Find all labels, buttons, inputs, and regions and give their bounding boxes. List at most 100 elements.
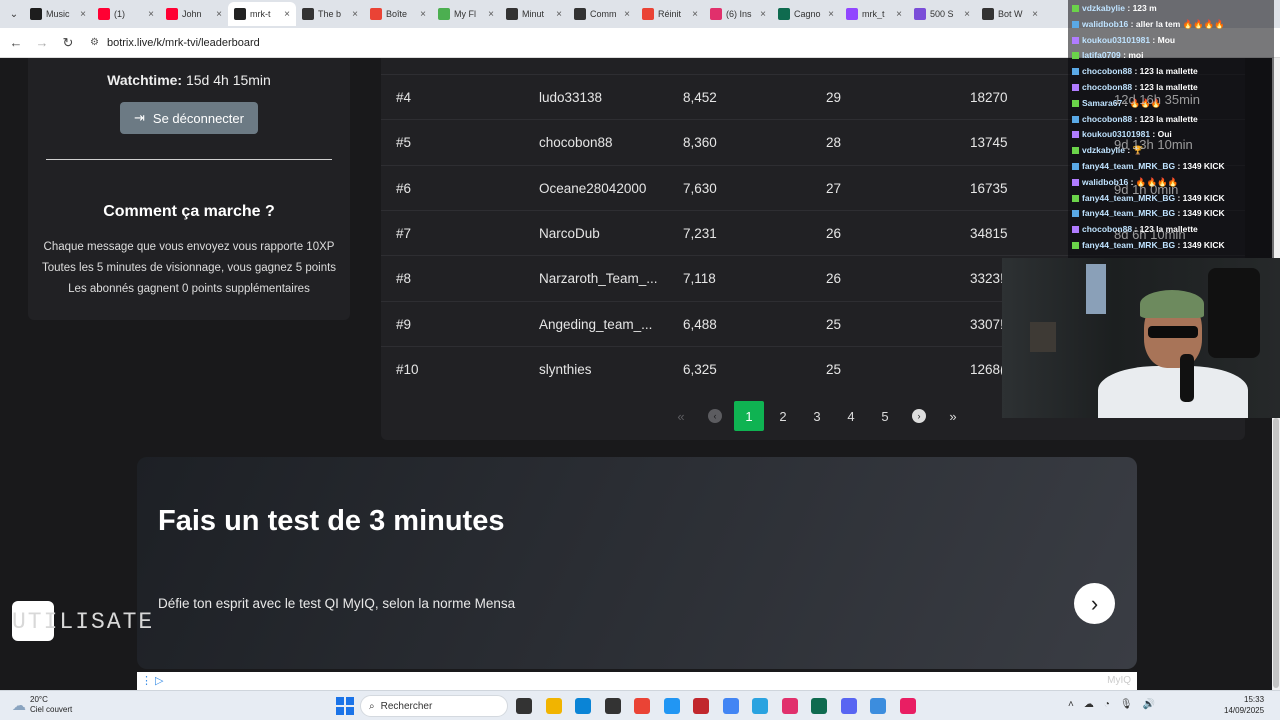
points-cell: 8,360 [683,135,717,151]
browser-tab[interactable]: My Fl × [432,2,500,26]
tab-close-icon[interactable]: × [964,9,970,20]
browser-tab[interactable]: John × [160,2,228,26]
site-info-icon[interactable]: ⚙ [90,37,99,48]
reload-icon[interactable]: ↻ [60,35,76,51]
taskbar-app-icon[interactable] [781,698,798,714]
browser-tab[interactable]: 500 S × [908,2,976,26]
tab-close-icon[interactable]: × [352,9,358,20]
xp-cell: 16735 [970,180,1008,196]
taskbar-app-icon[interactable] [575,698,591,714]
taskbar-app-icon[interactable] [870,698,886,714]
chat-text: : 1349 KICK [1177,161,1225,171]
taskbar-app-icon[interactable] [722,698,739,714]
tab-close-icon[interactable]: × [896,9,902,20]
forward-icon[interactable]: → [34,35,50,50]
microphone-icon[interactable]: 🎙 [1120,699,1133,710]
streamer-glasses [1148,326,1198,338]
volume-icon[interactable]: 🔊 [1143,699,1155,710]
chevron-up-icon[interactable]: ˄ [1068,699,1074,710]
browser-tab[interactable]: Music × [24,2,92,26]
browser-tab[interactable]: The b × [296,2,364,26]
taskbar-app-icon[interactable] [693,698,709,714]
name-cell: Angeding_team_... [539,316,653,332]
last-page-button[interactable]: » [936,401,970,431]
tab-close-icon[interactable]: × [828,9,834,20]
chat-username: fany44_team_MRK_BG [1082,208,1176,219]
taskbar-app-icon[interactable] [840,698,857,714]
clock[interactable]: 15:33 14/09/2025 [1224,694,1264,716]
chat-username: chocobon88 [1082,113,1133,124]
onedrive-icon[interactable]: ☁ [1084,699,1094,710]
start-button[interactable] [336,697,354,715]
page-button-2[interactable]: 2 [766,401,800,431]
chat-text: : 123 la mallette [1134,66,1198,77]
tab-close-icon[interactable]: × [420,9,426,20]
level-cell: 25 [826,361,842,377]
taskbar-app-icon[interactable] [899,698,916,714]
chat-username: fany44_team_MRK_BG [1082,161,1176,171]
taskbar-app-icon[interactable] [752,698,768,714]
taskbar-app-icon[interactable] [516,698,532,714]
taskbar-app-icon[interactable] [663,698,680,714]
ad-banner[interactable]: Fais un test de 3 minutes Défie ton espr… [137,457,1137,669]
taskbar-app-icon[interactable] [604,698,621,714]
prev-page-button[interactable]: ‹ [698,401,732,431]
taskbar-app-icon[interactable] [634,698,650,714]
weather-temp: 20°C [30,695,48,704]
browser-tab[interactable]: Minut × [500,2,568,26]
tab-close-icon[interactable]: × [488,9,494,20]
browser-tab[interactable]: Réinit × [636,2,704,26]
tab-close-icon[interactable]: × [80,9,86,20]
browser-tab[interactable]: Cagno × [772,2,840,26]
tab-close-icon[interactable]: × [624,9,630,20]
tab-title: mrk_t [862,9,885,19]
browser-tab[interactable]: Comm × [568,2,636,26]
browser-tab[interactable]: mrk_t × [840,2,908,26]
browser-tab[interactable]: Bot W × [976,2,1044,26]
page-button-5[interactable]: 5 [868,401,902,431]
tab-close-icon[interactable]: × [692,9,698,20]
wifi-icon[interactable]: ◔ [1104,699,1110,710]
prev-page-icon: ‹ [708,409,722,423]
url-field[interactable]: ⚙ botrix.live/k/mrk-tvi/leaderboard [90,37,260,49]
taskbar-app-icon[interactable] [545,698,562,714]
tab-close-icon[interactable]: × [216,9,222,20]
chat-message: latifa0709 : moi [1072,50,1143,60]
tab-title: (1) [114,9,125,19]
browser-tab[interactable]: (1) × [92,2,160,26]
chat-username: vdzkabylie [1082,3,1125,13]
tab-close-icon[interactable]: × [556,9,562,20]
scrollbar-thumb[interactable] [1273,418,1279,688]
chat-message: koukou03101981 : Mou [1072,35,1175,45]
chat-message: fany44_team_MRK_BG : 1349 KICK [1072,161,1225,171]
page-button-4[interactable]: 4 [834,401,868,431]
tab-title: Music [46,9,70,19]
back-icon[interactable]: ← [8,35,24,50]
logout-button[interactable]: ⇥ Se déconnecter [120,102,258,134]
weather-desc: Ciel couvert [30,705,73,714]
taskbar-app-icon[interactable] [811,698,827,714]
browser-tab[interactable]: (6) Ins × [704,2,772,26]
ghost-watchtime: 9d 1h 0min [1114,182,1179,197]
weather-widget[interactable]: ☁ 20°C Ciel couvert [12,695,72,715]
chevron-right-icon[interactable]: › [1074,583,1115,624]
ad-choices-icon[interactable]: ⋮ ▷ [141,674,164,687]
taskbar-search[interactable]: ⌕ Rechercher [360,695,508,717]
tab-favicon-icon [30,8,42,20]
tab-close-icon[interactable]: × [148,9,154,20]
tab-favicon-icon [914,8,926,20]
browser-tab[interactable]: mrk-t × [228,2,296,26]
tab-title: The b [318,9,342,19]
tab-favicon-icon [438,8,450,20]
first-page-button[interactable]: « [664,401,698,431]
tab-close-icon[interactable]: × [1032,9,1038,20]
tab-close-icon[interactable]: × [760,9,766,20]
next-page-button[interactable]: › [902,401,936,431]
page-button-1[interactable]: 1 [734,401,764,431]
tab-search-icon[interactable]: ⌄ [4,4,24,24]
browser-tab[interactable]: Boîte × [364,2,432,26]
tab-close-icon[interactable]: × [284,9,290,20]
page-button-3[interactable]: 3 [800,401,834,431]
chat-username: chocobon88 [1082,82,1133,92]
tab-title: My Fl [454,9,476,19]
